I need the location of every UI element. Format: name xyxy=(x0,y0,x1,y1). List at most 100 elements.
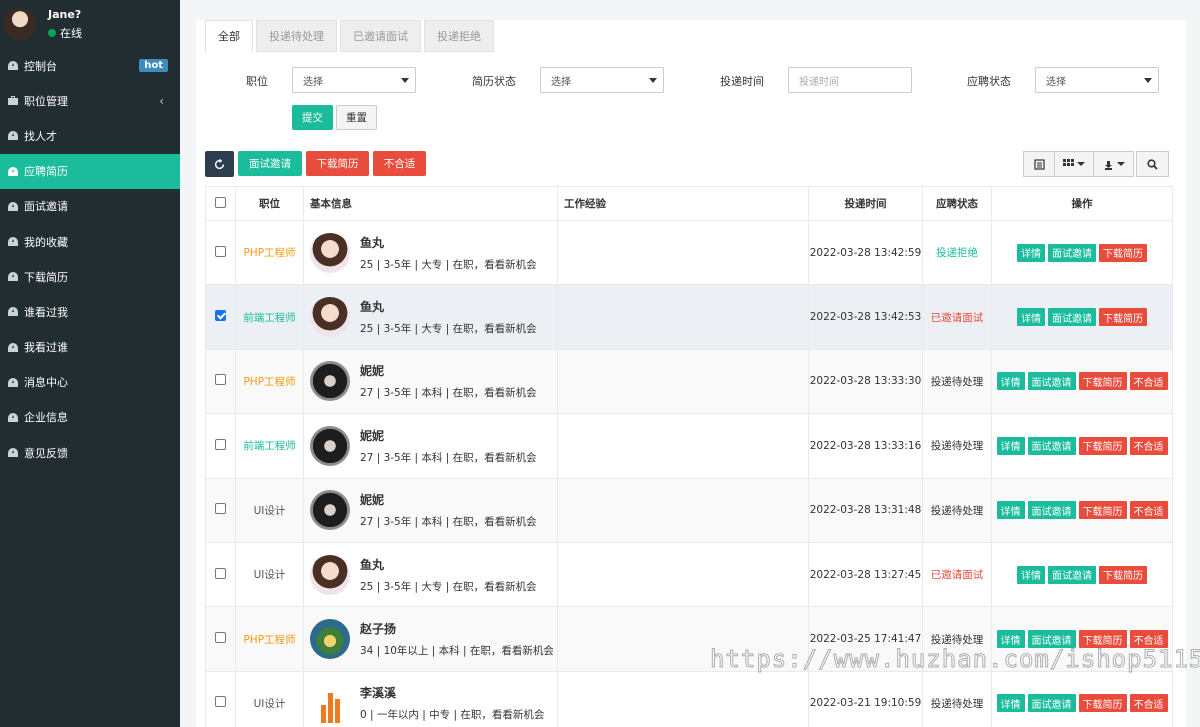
status-text: 已邀请面试 xyxy=(922,284,992,350)
invite-button[interactable]: 面试邀请 xyxy=(1027,436,1076,455)
basic-info-cell: 鱼丸 25 | 3-5年 | 大专 | 在职，看看新机会 xyxy=(303,219,558,286)
caret-down-icon xyxy=(1144,78,1152,83)
reset-button[interactable]: 重置 xyxy=(336,105,377,130)
download-button[interactable]: 下载简历 xyxy=(1078,436,1127,455)
reject-row-button[interactable]: 不合适 xyxy=(1129,694,1168,713)
detail-button[interactable]: 详情 xyxy=(1017,308,1045,327)
experience-cell xyxy=(557,541,809,608)
basic-info-cell: 妮妮 27 | 3-5年 | 本科 | 在职，看看新机会 xyxy=(303,348,558,415)
sidebar-item-label: 职位管理 xyxy=(24,94,68,108)
table-row[interactable]: PHP工程师 鱼丸 25 | 3-5年 | 大专 | 在职，看看新机会 2022… xyxy=(205,219,1173,286)
search-button[interactable] xyxy=(1136,151,1169,177)
download-button[interactable]: 下载简历 xyxy=(1099,565,1147,584)
row-select-cell xyxy=(205,670,236,727)
row-checkbox[interactable] xyxy=(215,503,226,515)
download-button[interactable]: 下载简历 xyxy=(1078,694,1127,713)
columns-button[interactable] xyxy=(1054,151,1094,177)
actions-cell: 详情 面试邀请 下载简历 不合适 xyxy=(991,670,1173,727)
position-link[interactable]: UI设计 xyxy=(235,477,304,543)
basic-info-cell: 妮妮 27 | 3-5年 | 本科 | 在职，看看新机会 xyxy=(303,477,558,543)
position-link[interactable]: PHP工程师 xyxy=(235,606,304,672)
sidebar-item-company-info[interactable]: 企业信息 xyxy=(0,400,180,435)
position-link[interactable]: PHP工程师 xyxy=(235,348,304,415)
download-button[interactable]: 下载简历 xyxy=(1078,501,1127,520)
tab-pending[interactable]: 投递待处理 xyxy=(256,20,337,52)
position-link[interactable]: PHP工程师 xyxy=(235,219,304,286)
sidebar-item-downloads[interactable]: 下载简历 xyxy=(0,259,180,294)
sidebar-item-i-viewed[interactable]: 我看过谁 xyxy=(0,330,180,365)
invite-button[interactable]: 面试邀请 xyxy=(1048,565,1096,584)
actions-cell: 详情 面试邀请 下载简历 xyxy=(991,541,1173,608)
row-checkbox[interactable] xyxy=(215,567,226,579)
row-select-cell xyxy=(205,477,236,543)
reject-row-button[interactable]: 不合适 xyxy=(1129,372,1168,391)
submit-time: 2022-03-28 13:33:30 xyxy=(808,348,923,415)
table-row[interactable]: 前端工程师 鱼丸 25 | 3-5年 | 大专 | 在职，看看新机会 2022-… xyxy=(205,284,1173,350)
sidebar-item-find-talent[interactable]: 找人才 xyxy=(0,118,180,153)
detail-button[interactable]: 详情 xyxy=(996,372,1025,391)
sidebar-item-job-management[interactable]: 职位管理 ‹ xyxy=(0,83,180,118)
position-select[interactable]: 选择 xyxy=(292,67,416,93)
invite-button[interactable]: 面试邀请 xyxy=(1027,372,1076,391)
submit-button[interactable]: 提交 xyxy=(292,105,333,130)
row-select-cell xyxy=(205,413,236,479)
invite-button[interactable]: 面试邀请 xyxy=(1048,308,1096,327)
tab-all[interactable]: 全部 xyxy=(205,20,253,52)
avatar xyxy=(4,8,36,40)
apply-status-select[interactable]: 选择 xyxy=(1035,67,1159,93)
row-checkbox[interactable] xyxy=(215,632,226,644)
submit-time-input[interactable]: 投递时间 xyxy=(788,67,912,93)
position-link[interactable]: 前端工程师 xyxy=(235,284,304,350)
reject-button[interactable]: 不合适 xyxy=(373,151,426,176)
row-checkbox[interactable] xyxy=(215,696,226,708)
grid-icon xyxy=(1063,159,1074,166)
detail-button[interactable]: 详情 xyxy=(996,501,1025,520)
basic-info-cell: 鱼丸 25 | 3-5年 | 大专 | 在职，看看新机会 xyxy=(303,541,558,608)
table-row[interactable]: UI设计 妮妮 27 | 3-5年 | 本科 | 在职，看看新机会 2022-0… xyxy=(205,477,1173,543)
basic-info-cell: 李溪溪 0 | 一年以内 | 中专 | 在职，看看新机会 xyxy=(303,670,558,727)
position-link[interactable]: 前端工程师 xyxy=(235,413,304,479)
reject-row-button[interactable]: 不合适 xyxy=(1129,436,1168,455)
tab-rejected[interactable]: 投递拒绝 xyxy=(424,20,494,52)
select-all-checkbox[interactable] xyxy=(215,196,226,208)
download-button[interactable]: 下载简历 xyxy=(1099,308,1147,327)
sidebar-item-who-viewed-me[interactable]: 谁看过我 xyxy=(0,294,180,329)
invite-button[interactable]: 面试邀请 xyxy=(1027,501,1076,520)
row-checkbox[interactable] xyxy=(215,310,226,322)
export-button[interactable] xyxy=(1093,151,1134,177)
user-status-text: 在线 xyxy=(60,26,82,40)
invite-button[interactable]: 面试邀请 xyxy=(1048,243,1096,262)
row-select-cell xyxy=(205,606,236,672)
position-link[interactable]: UI设计 xyxy=(235,541,304,608)
table-row[interactable]: PHP工程师 妮妮 27 | 3-5年 | 本科 | 在职，看看新机会 2022… xyxy=(205,348,1173,415)
sidebar-item-favorites[interactable]: 我的收藏 xyxy=(0,224,180,259)
table-row[interactable]: UI设计 鱼丸 25 | 3-5年 | 大专 | 在职，看看新机会 2022-0… xyxy=(205,541,1173,608)
row-checkbox[interactable] xyxy=(215,245,226,257)
sidebar-item-feedback[interactable]: 意见反馈 xyxy=(0,435,180,470)
download-button[interactable]: 下载简历 xyxy=(1099,243,1147,262)
toggle-view-button[interactable] xyxy=(1023,151,1055,177)
sidebar-item-dashboard[interactable]: 控制台 hot xyxy=(0,48,180,83)
download-resume-button[interactable]: 下载简历 xyxy=(306,151,369,176)
reject-row-button[interactable]: 不合适 xyxy=(1129,501,1168,520)
sidebar-item-messages[interactable]: 消息中心 xyxy=(0,365,180,400)
detail-button[interactable]: 详情 xyxy=(1017,243,1045,262)
col-header-position: 职位 xyxy=(235,186,304,221)
sidebar-item-applications[interactable]: 应聘简历 xyxy=(0,153,180,189)
detail-button[interactable]: 详情 xyxy=(996,694,1025,713)
actions-cell: 详情 面试邀请 下载简历 xyxy=(991,284,1173,350)
table-row[interactable]: 前端工程师 妮妮 27 | 3-5年 | 本科 | 在职，看看新机会 2022-… xyxy=(205,413,1173,479)
row-checkbox[interactable] xyxy=(215,374,226,386)
resume-status-select[interactable]: 选择 xyxy=(540,67,664,93)
table-row[interactable]: UI设计 李溪溪 0 | 一年以内 | 中专 | 在职，看看新机会 2022-0… xyxy=(205,670,1173,727)
sidebar-item-interview-invites[interactable]: 面试邀请 xyxy=(0,189,180,224)
detail-button[interactable]: 详情 xyxy=(996,436,1025,455)
tab-invited[interactable]: 已邀请面试 xyxy=(340,20,421,52)
detail-button[interactable]: 详情 xyxy=(1017,565,1045,584)
invite-interview-button[interactable]: 面试邀请 xyxy=(238,151,302,176)
position-link[interactable]: UI设计 xyxy=(235,670,304,727)
refresh-button[interactable] xyxy=(205,151,234,177)
row-checkbox[interactable] xyxy=(215,438,226,450)
download-button[interactable]: 下载简历 xyxy=(1078,372,1127,391)
invite-button[interactable]: 面试邀请 xyxy=(1027,694,1076,713)
